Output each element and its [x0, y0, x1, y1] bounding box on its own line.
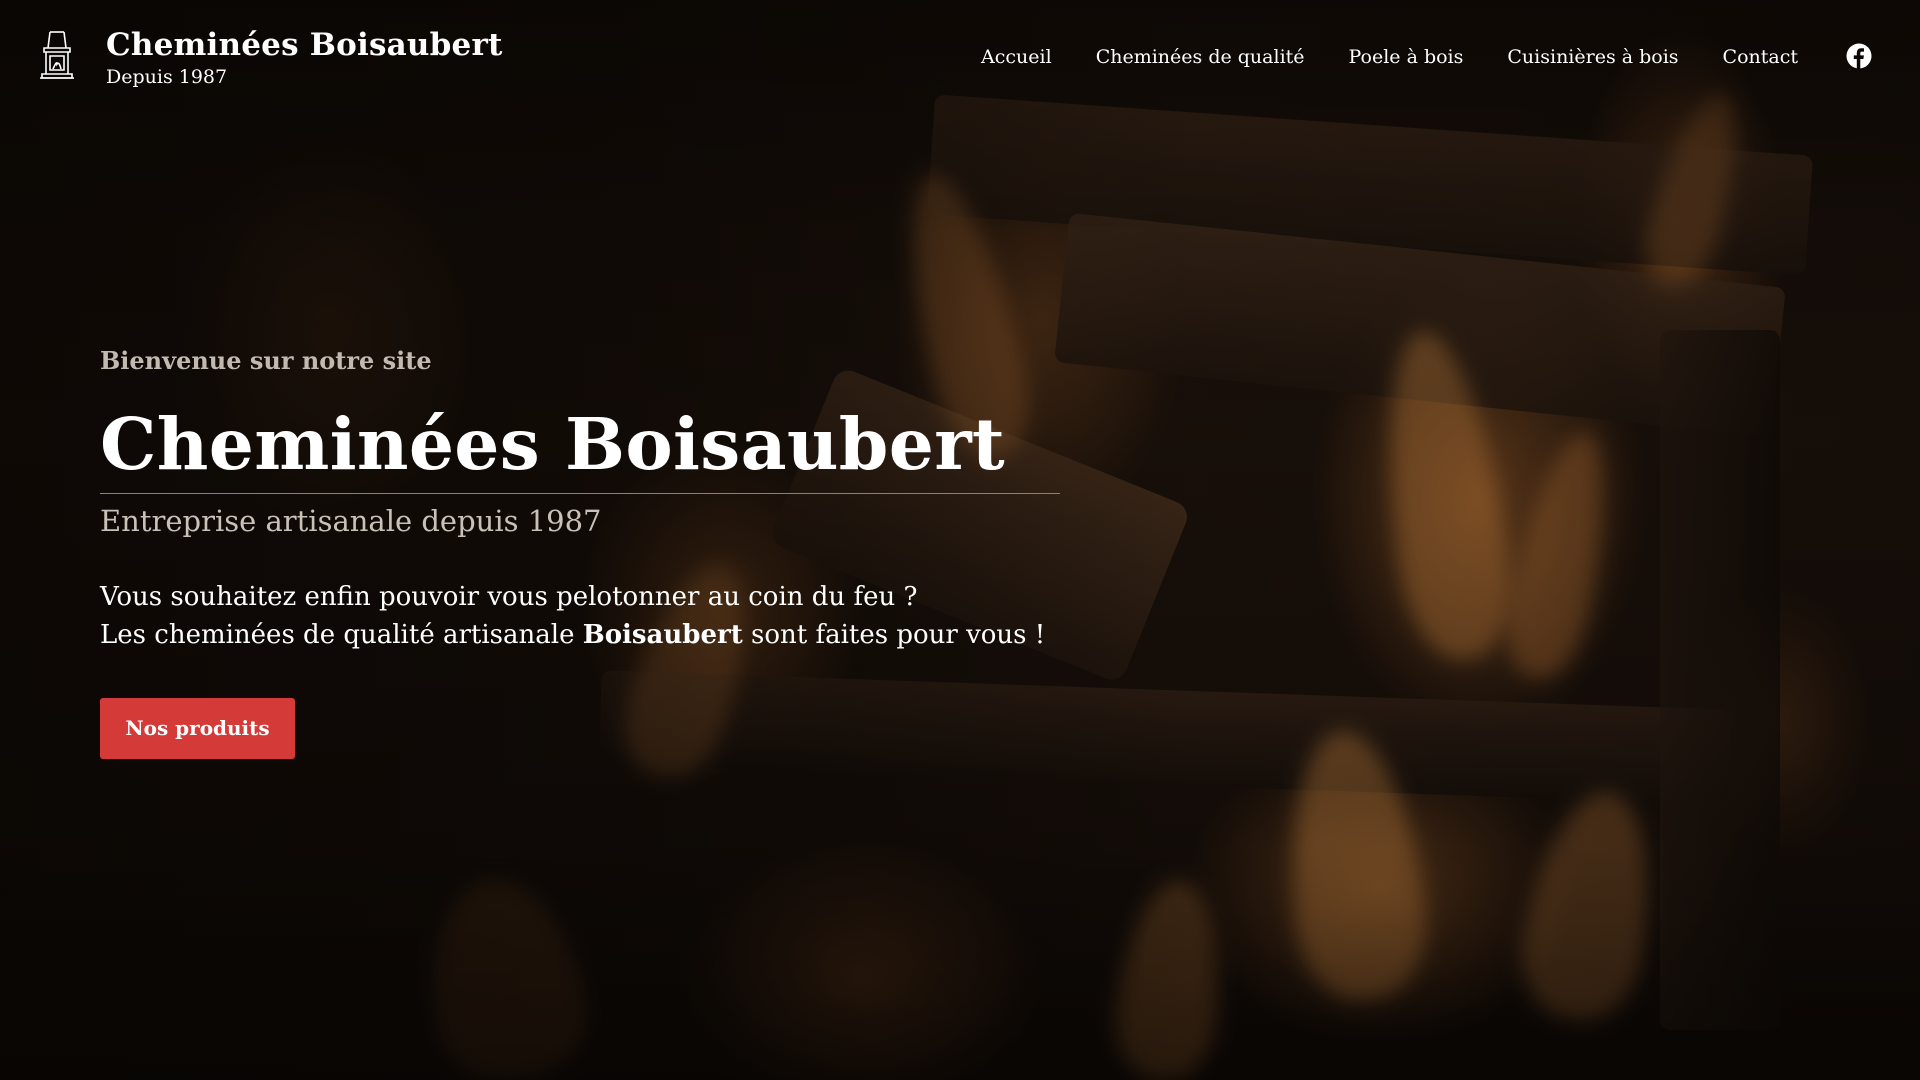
hero-body-text: Les cheminées de qualité artisanale	[100, 620, 583, 650]
hero-body-line-1: Vous souhaitez enfin pouvoir vous peloto…	[100, 582, 918, 612]
hero-kicker: Bienvenue sur notre site	[100, 346, 432, 375]
brand-name[interactable]: Cheminées Boisaubert	[106, 28, 503, 62]
nav-item-cuisinieres[interactable]: Cuisinières à bois	[1507, 44, 1678, 70]
brand[interactable]: Cheminées Boisaubert Depuis 1987	[36, 28, 503, 90]
nav-item-accueil[interactable]: Accueil	[981, 44, 1052, 70]
hero-body-brand: Boisaubert	[582, 620, 743, 650]
fireplace-logo-icon	[36, 28, 78, 84]
nav-item-poele[interactable]: Poele à bois	[1349, 44, 1464, 70]
hero-title: Cheminées Boisaubert	[100, 402, 1006, 486]
products-button[interactable]: Nos produits	[100, 698, 295, 759]
brand-text: Cheminées Boisaubert Depuis 1987	[106, 28, 503, 90]
nav-item-contact[interactable]: Contact	[1723, 44, 1798, 70]
hero-body-line-2: Les cheminées de qualité artisanale Bois…	[100, 616, 1080, 654]
brand-tagline: Depuis 1987	[106, 66, 228, 88]
facebook-icon[interactable]	[1846, 43, 1872, 69]
site-header: Cheminées Boisaubert Depuis 1987 Accueil…	[0, 0, 1920, 120]
main-navigation: Accueil Cheminées de qualité Poele à boi…	[981, 44, 1798, 70]
hero-body: Vous souhaitez enfin pouvoir vous peloto…	[100, 578, 1080, 654]
nav-item-cheminees[interactable]: Cheminées de qualité	[1096, 44, 1305, 70]
hero-subtitle: Entreprise artisanale depuis 1987	[100, 504, 602, 538]
hero-body-text-end: sont faites pour vous !	[742, 620, 1046, 650]
hero-section: Bienvenue sur notre site Cheminées Boisa…	[100, 345, 1080, 759]
hero-divider	[100, 493, 1060, 494]
